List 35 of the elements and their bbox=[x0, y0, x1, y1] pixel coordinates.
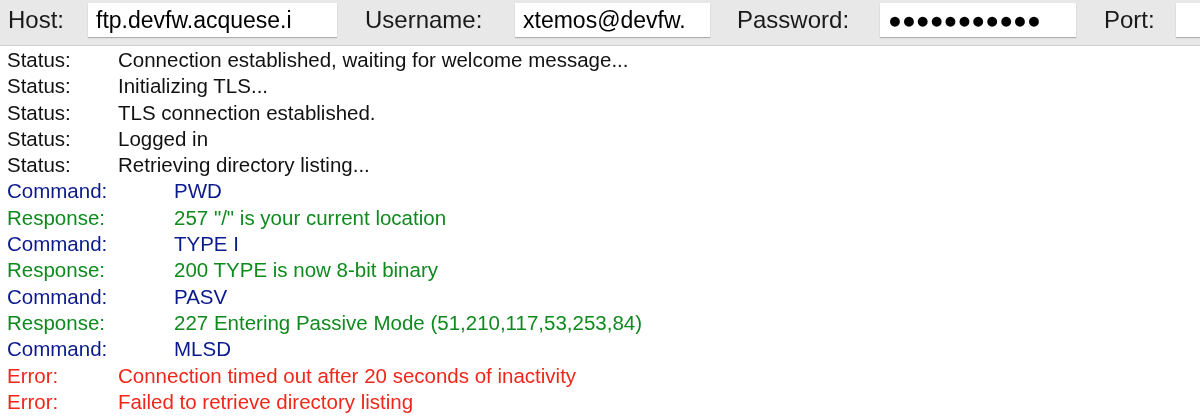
log-message: 200 TYPE is now 8-bit binary bbox=[174, 257, 438, 284]
log-type: Response: bbox=[7, 309, 106, 336]
log-type: Response: bbox=[7, 204, 106, 231]
password-field[interactable]: ●●●●●●●●●●● bbox=[880, 3, 1076, 37]
log-message: TLS connection established. bbox=[118, 99, 376, 126]
log-type: Error: bbox=[7, 388, 60, 415]
field-label: Port: bbox=[1104, 5, 1156, 35]
log-type: Status: bbox=[7, 99, 72, 126]
log-message: Connection established, waiting for welcome message... bbox=[118, 47, 629, 73]
log-message: 257 "/" is your current location bbox=[174, 204, 447, 231]
log-type: Command: bbox=[7, 178, 109, 205]
log-message: PWD bbox=[174, 178, 222, 205]
log-message: Logged in bbox=[118, 125, 209, 152]
log-message: Retrieving directory listing... bbox=[118, 152, 370, 179]
log-type: Response: bbox=[7, 257, 106, 284]
log-type: Status: bbox=[7, 47, 72, 73]
log-message: PASV bbox=[174, 283, 228, 310]
field-label: Password: bbox=[737, 5, 851, 35]
log-type: Status: bbox=[7, 152, 72, 179]
log-type: Status: bbox=[7, 73, 72, 100]
log-type: Command: bbox=[7, 231, 109, 258]
log-message: Connection timed out after 20 seconds of inactivity bbox=[118, 362, 577, 389]
field-label: Username: bbox=[365, 5, 484, 35]
log-message: 227 Entering Passive Mode (51,210,117,53,253,84) bbox=[174, 309, 643, 336]
input-field[interactable]: ftp.devfw.acquese.i bbox=[88, 3, 337, 37]
log-message: TYPE I bbox=[174, 231, 239, 258]
log-type: Error: bbox=[7, 362, 60, 389]
log-type: Status: bbox=[7, 125, 72, 152]
log-message: MLSD bbox=[174, 336, 231, 363]
log-message: Initializing TLS... bbox=[118, 73, 269, 100]
field-label: Host: bbox=[8, 5, 65, 35]
log-message: Failed to retrieve directory listing bbox=[118, 388, 414, 415]
log-type: Command: bbox=[7, 336, 109, 363]
log-type: Command: bbox=[7, 283, 109, 310]
input-field[interactable]: xtemos@devfw. bbox=[515, 3, 710, 37]
